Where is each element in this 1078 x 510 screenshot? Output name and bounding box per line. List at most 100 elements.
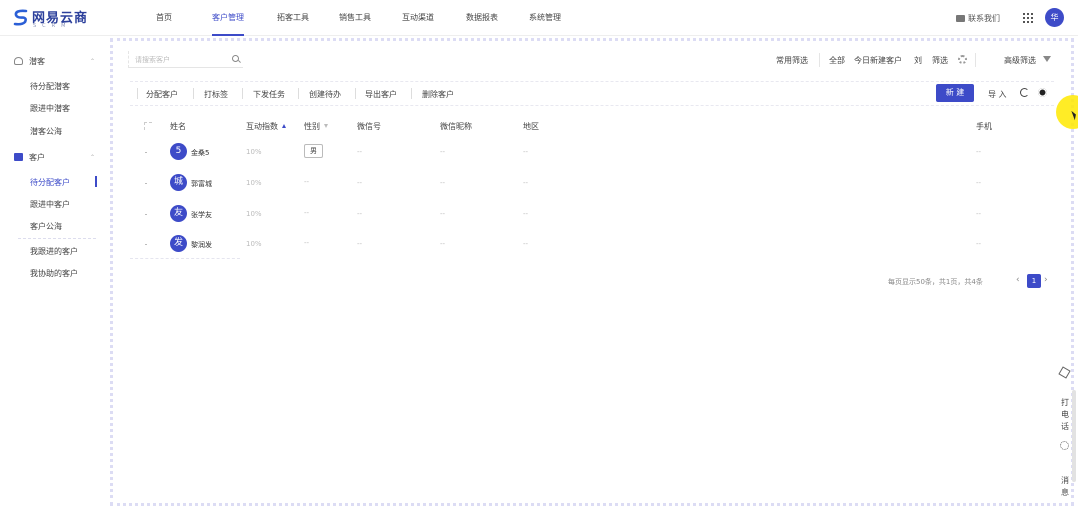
table-row[interactable]: 5 金桑5 10% 男 -- -- -- -- bbox=[130, 137, 1054, 168]
column-header-region: 地区 bbox=[523, 122, 539, 131]
content-area bbox=[110, 38, 1074, 506]
region: -- bbox=[523, 179, 529, 187]
interaction-score: 10% bbox=[246, 240, 262, 248]
app-grid-icon[interactable] bbox=[1023, 13, 1033, 23]
wechat-id: -- bbox=[357, 148, 363, 156]
table-row[interactable]: 城 郭富城 10% -- -- -- -- -- bbox=[130, 168, 1054, 199]
wechat-id: -- bbox=[357, 179, 363, 187]
sidebar-group-prospects[interactable]: 潜客 bbox=[14, 56, 45, 67]
interaction-score: 10% bbox=[246, 179, 262, 187]
search-icon[interactable] bbox=[232, 55, 239, 62]
column-header-phone: 手机 bbox=[976, 122, 992, 131]
nav-item-home[interactable]: 首页 bbox=[156, 0, 172, 36]
assign-task-button[interactable]: 下发任务 bbox=[253, 89, 285, 100]
gear-icon[interactable] bbox=[1038, 88, 1047, 97]
chevron-up-icon[interactable]: ⌃ bbox=[90, 58, 95, 65]
row-checkbox[interactable] bbox=[145, 244, 147, 245]
row-checkbox[interactable] bbox=[145, 183, 147, 184]
gear-icon[interactable] bbox=[1060, 441, 1069, 450]
create-todo-button[interactable]: 创建待办 bbox=[309, 89, 341, 100]
column-header-label: 互动指数 bbox=[246, 122, 278, 131]
avatar: 城 bbox=[170, 174, 187, 191]
nav-item-system-management[interactable]: 系统管理 bbox=[529, 0, 561, 36]
sidebar-item-customer-pool[interactable]: 客户公海 bbox=[30, 221, 62, 232]
wechat-nickname: -- bbox=[440, 240, 446, 248]
column-header-label: 性别 bbox=[304, 122, 320, 131]
sidebar-item-following-prospects[interactable]: 跟进中潜客 bbox=[30, 103, 70, 114]
scrollbar[interactable] bbox=[1072, 390, 1076, 482]
table-row[interactable]: 发 黎润发 10% -- -- -- -- -- bbox=[130, 229, 1054, 260]
sidebar-group-customers[interactable]: 客户 bbox=[14, 152, 45, 163]
brand-subtitle: SCRM bbox=[33, 23, 72, 29]
select-all-checkbox[interactable] bbox=[144, 122, 152, 130]
divider bbox=[137, 88, 138, 99]
sidebar-group-label: 客户 bbox=[29, 153, 45, 162]
column-header-score[interactable]: 互动指数 bbox=[246, 121, 286, 132]
search-input[interactable] bbox=[135, 54, 225, 65]
filter-icon[interactable] bbox=[324, 124, 328, 128]
wechat-nickname: -- bbox=[440, 148, 446, 156]
filter-custom[interactable]: 筛选 bbox=[932, 55, 948, 67]
filter-all[interactable]: 全部 bbox=[829, 55, 845, 67]
contact-us-link[interactable]: 联系我们 bbox=[956, 13, 1000, 24]
row-checkbox[interactable] bbox=[145, 152, 147, 153]
user-avatar[interactable]: 华 bbox=[1045, 8, 1064, 27]
chevron-up-icon[interactable]: ⌃ bbox=[90, 154, 95, 161]
interaction-score: 10% bbox=[246, 210, 262, 218]
filter-settings-icon[interactable] bbox=[958, 55, 967, 64]
page-number-button[interactable]: 1 bbox=[1027, 274, 1041, 288]
chevron-right-icon[interactable]: › bbox=[1044, 275, 1048, 285]
person-icon bbox=[14, 57, 23, 65]
column-header-wechat: 微信号 bbox=[357, 122, 381, 131]
table-bottom-border bbox=[130, 258, 240, 259]
filter-liu[interactable]: 刘 bbox=[914, 55, 922, 67]
table-row[interactable]: 友 张学友 10% -- -- -- -- -- bbox=[130, 199, 1054, 230]
funnel-icon[interactable] bbox=[1043, 56, 1051, 62]
nav-item-sales-tools[interactable]: 销售工具 bbox=[339, 0, 371, 36]
row-checkbox[interactable] bbox=[145, 214, 147, 215]
nav-item-prospecting-tools[interactable]: 拓客工具 bbox=[277, 0, 309, 36]
wechat-id: -- bbox=[357, 210, 363, 218]
chevron-left-icon[interactable]: ‹ bbox=[1016, 275, 1020, 285]
sidebar-item-following-customers[interactable]: 跟进中客户 bbox=[30, 199, 70, 210]
common-filters-label: 常用筛选 bbox=[776, 56, 808, 65]
refresh-icon[interactable] bbox=[1020, 88, 1029, 97]
contact-label: 联系我们 bbox=[968, 14, 1000, 23]
assign-customers-button[interactable]: 分配客户 bbox=[146, 89, 178, 100]
phone: -- bbox=[976, 240, 982, 248]
sidebar-item-my-followed-customers[interactable]: 我跟进的客户 bbox=[30, 246, 78, 257]
advanced-filter-button[interactable]: 高级筛选 bbox=[1004, 55, 1036, 67]
filter-today-new[interactable]: 今日新建客户 bbox=[854, 55, 902, 67]
sidebar-divider bbox=[18, 238, 96, 239]
divider bbox=[193, 88, 194, 99]
column-header-gender[interactable]: 性别 bbox=[304, 121, 328, 132]
sort-icon[interactable] bbox=[282, 124, 286, 128]
nav-item-interaction-channels[interactable]: 互动渠道 bbox=[402, 0, 434, 36]
customer-name[interactable]: 黎润发 bbox=[191, 240, 212, 250]
sidebar-item-my-assisted-customers[interactable]: 我协助的客户 bbox=[30, 268, 78, 279]
sidebar-item-unassigned-customers[interactable]: 待分配客户 bbox=[30, 177, 70, 188]
nav-item-reports[interactable]: 数据报表 bbox=[466, 0, 498, 36]
sidebar-item-unassigned-prospects[interactable]: 待分配潜客 bbox=[30, 81, 70, 92]
import-button[interactable]: 导 入 bbox=[988, 89, 1007, 100]
phone: -- bbox=[976, 210, 982, 218]
avatar: 友 bbox=[170, 205, 187, 222]
customer-name[interactable]: 张学友 bbox=[191, 210, 212, 220]
customer-name[interactable]: 郭富城 bbox=[191, 179, 212, 189]
nav-item-customer-management[interactable]: 客户管理 bbox=[212, 0, 244, 36]
new-customer-button[interactable]: 新 建 bbox=[936, 84, 974, 102]
phone: -- bbox=[976, 179, 982, 187]
customer-name[interactable]: 金桑5 bbox=[191, 148, 209, 158]
tag-button[interactable]: 打标签 bbox=[204, 89, 228, 100]
gender: -- bbox=[304, 239, 310, 247]
region: -- bbox=[523, 240, 529, 248]
message-button[interactable]: 消息 bbox=[1061, 475, 1069, 499]
wechat-nickname: -- bbox=[440, 179, 446, 187]
sidebar-item-prospect-pool[interactable]: 潜客公海 bbox=[30, 126, 62, 137]
call-button[interactable]: 打电话 bbox=[1061, 397, 1069, 433]
divider bbox=[355, 88, 356, 99]
export-customers-button[interactable]: 导出客户 bbox=[365, 89, 397, 100]
customer-search[interactable] bbox=[128, 51, 243, 68]
delete-customers-button[interactable]: 删除客户 bbox=[422, 89, 454, 100]
sidebar-group-label: 潜客 bbox=[29, 57, 45, 66]
